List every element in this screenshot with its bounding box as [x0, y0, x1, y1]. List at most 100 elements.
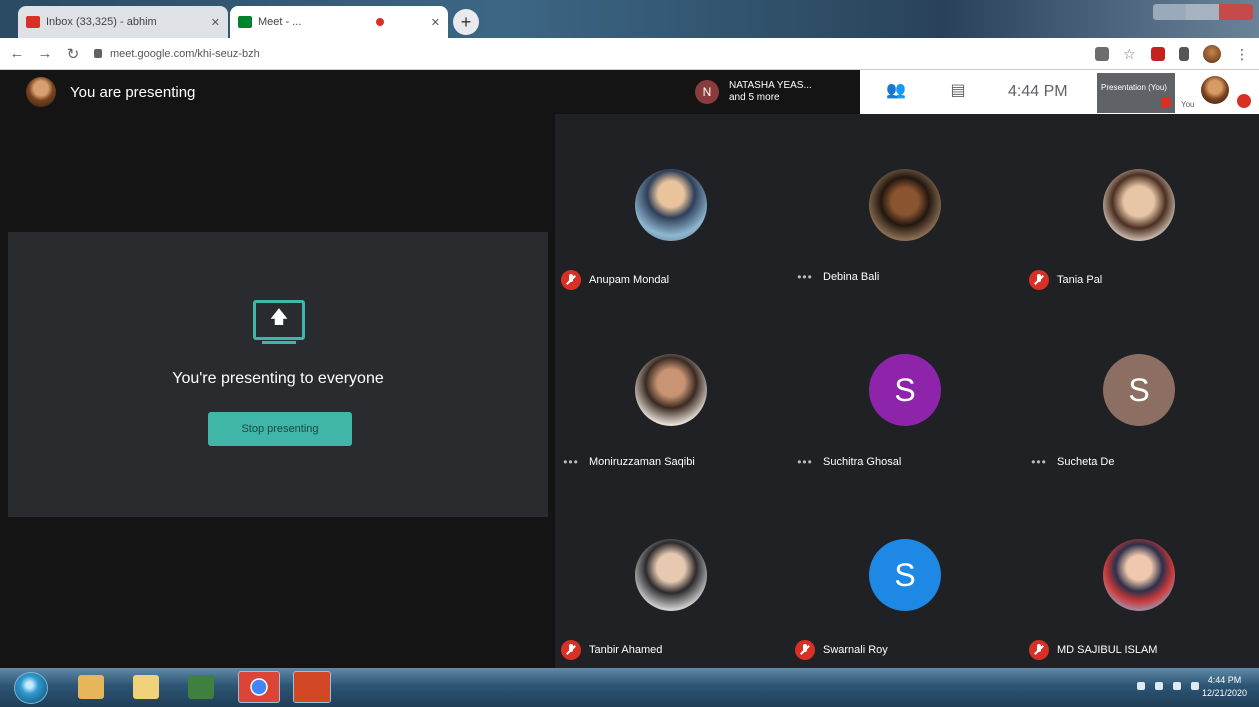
participant-name: Tanbir Ahamed [589, 644, 663, 656]
presenting-banner: You are presenting [70, 83, 196, 101]
presenting-card: 🡅 You're presenting to everyone Stop pre… [8, 232, 548, 517]
present-screen-icon: 🡅 [253, 300, 305, 344]
participant-name: Debina Bali [823, 271, 880, 283]
participant-tile[interactable]: ••• Moniruzzaman Saqibi [555, 299, 789, 484]
powerpoint-icon[interactable] [293, 671, 331, 703]
participant-tile[interactable]: S Swarnali Roy [789, 484, 1023, 669]
puzzle-icon[interactable] [1179, 47, 1189, 61]
participant-name: Moniruzzaman Saqibi [589, 456, 695, 468]
participant-tile[interactable]: S ••• Suchitra Ghosal [789, 299, 1023, 484]
participant-name-row: MD SAJIBUL ISLAM [1029, 640, 1157, 660]
people-icon[interactable]: 👥 [885, 82, 907, 100]
tab-label: Meet - ... [258, 16, 302, 28]
windows-taskbar: 4:44 PM 12/21/2020 [0, 668, 1259, 707]
participant-name-row: ••• Moniruzzaman Saqibi [561, 455, 695, 469]
participants-chip-line1: NATASHA YEAS... [729, 80, 812, 91]
mic-off-icon [1029, 270, 1049, 290]
mic-off-icon [1237, 94, 1251, 108]
stop-presenting-button[interactable]: Stop presenting [208, 412, 352, 446]
reload-icon[interactable]: ↻ [62, 45, 84, 63]
participant-name-row: Anupam Mondal [561, 270, 669, 290]
close-icon[interactable]: ✕ [431, 16, 440, 29]
participant-tile[interactable]: Tanbir Ahamed [555, 484, 789, 669]
mic-off-icon [1161, 97, 1171, 107]
participant-avatar: S [869, 539, 941, 611]
taskbar-clock[interactable]: 4:44 PM 12/21/2020 [1202, 674, 1247, 700]
url-text: meet.google.com/khi-seuz-bzh [110, 47, 260, 60]
recording-icon [376, 18, 384, 26]
network-icon[interactable] [1155, 682, 1163, 690]
more-dots-icon: ••• [797, 270, 813, 284]
tray-arrow-icon[interactable] [1137, 682, 1145, 690]
start-button[interactable] [14, 672, 48, 704]
volume-icon[interactable] [1191, 682, 1199, 690]
media-player-icon[interactable] [78, 675, 104, 699]
participants-chip-text: NATASHA YEAS... and 5 more [729, 80, 812, 104]
mic-off-icon [561, 270, 581, 290]
participant-name: Suchitra Ghosal [823, 456, 902, 468]
participant-initial-avatar: N [695, 80, 719, 104]
participant-tile[interactable]: ••• Debina Bali [789, 114, 1023, 299]
participant-avatar [635, 169, 707, 241]
toolbar-actions: ☆ ⋮ [1095, 45, 1249, 63]
camera-icon[interactable] [1095, 47, 1109, 61]
mic-off-icon [561, 640, 581, 660]
forward-icon[interactable]: → [34, 45, 56, 62]
participant-avatar [1103, 539, 1175, 611]
participant-avatar [635, 539, 707, 611]
taskbar-time: 4:44 PM [1207, 675, 1242, 685]
file-explorer-icon[interactable] [133, 675, 159, 699]
tab-gmail[interactable]: Inbox (33,325) - abhimanya@g... ✕ [18, 6, 228, 38]
presenter-bar: You are presenting [0, 70, 555, 114]
meet-icon [238, 16, 252, 28]
participant-avatar [635, 354, 707, 426]
back-icon[interactable]: ← [6, 45, 28, 62]
participant-name-row: ••• Debina Bali [795, 270, 879, 284]
participant-name-row: Swarnali Roy [795, 640, 888, 660]
participant-grid: Anupam Mondal ••• Debina Bali Tania Pal [555, 114, 1259, 668]
participants-chip-line2: and 5 more [729, 92, 780, 103]
meeting-clock: 4:44 PM [1008, 83, 1068, 100]
presentation-pane: 🡅 You're presenting to everyone Stop pre… [0, 114, 555, 668]
mic-off-icon [795, 640, 815, 660]
system-tray[interactable] [1137, 682, 1199, 690]
presentation-chip[interactable]: Presentation (You) [1097, 73, 1175, 113]
self-avatar[interactable] [1201, 76, 1229, 104]
you-label: You [1181, 100, 1195, 109]
menu-icon[interactable]: ⋮ [1235, 47, 1249, 61]
participant-tile[interactable]: S ••• Sucheta De [1023, 299, 1257, 484]
participant-name-row: Tanbir Ahamed [561, 640, 662, 660]
profile-avatar[interactable] [1203, 45, 1221, 63]
new-tab-button[interactable]: + [453, 9, 479, 35]
chrome-icon[interactable] [238, 671, 280, 703]
close-icon[interactable]: ✕ [211, 16, 220, 29]
participant-tile[interactable]: Tania Pal [1023, 114, 1257, 299]
participants-chip[interactable]: N NATASHA YEAS... and 5 more [555, 70, 860, 114]
participant-name: Tania Pal [1057, 274, 1103, 286]
participant-avatar: S [869, 354, 941, 426]
participant-tile[interactable]: Anupam Mondal [555, 114, 789, 299]
presenter-avatar [26, 77, 56, 107]
extension-icon[interactable] [1151, 47, 1165, 61]
more-dots-icon: ••• [563, 455, 579, 469]
excel-icon[interactable] [188, 675, 214, 699]
gmail-icon [26, 16, 40, 28]
tab-meet[interactable]: Meet - ... ✕ [230, 6, 448, 38]
participant-name-row: Tania Pal [1029, 270, 1102, 290]
participant-name: Sucheta De [1057, 456, 1115, 468]
taskbar-date: 12/21/2020 [1201, 688, 1247, 698]
participant-name-row: ••• Sucheta De [1029, 455, 1114, 469]
flag-icon[interactable] [1173, 682, 1181, 690]
screen: Inbox (33,325) - abhimanya@g... ✕ Meet -… [0, 0, 1259, 707]
window-controls[interactable] [1153, 4, 1253, 20]
address-bar[interactable]: meet.google.com/khi-seuz-bzh [94, 48, 260, 60]
participant-tile[interactable]: MD SAJIBUL ISLAM [1023, 484, 1257, 669]
tab-label: Inbox (33,325) - abhimanya@g... [46, 16, 156, 28]
star-icon[interactable]: ☆ [1123, 47, 1137, 61]
participant-avatar: S [1103, 354, 1175, 426]
participant-name-row: ••• Suchitra Ghosal [795, 455, 901, 469]
chat-icon[interactable]: ▤ [947, 82, 969, 100]
participant-name: Anupam Mondal [589, 274, 670, 286]
browser-tabstrip: Inbox (33,325) - abhimanya@g... ✕ Meet -… [0, 0, 1259, 38]
participant-avatar [1103, 169, 1175, 241]
